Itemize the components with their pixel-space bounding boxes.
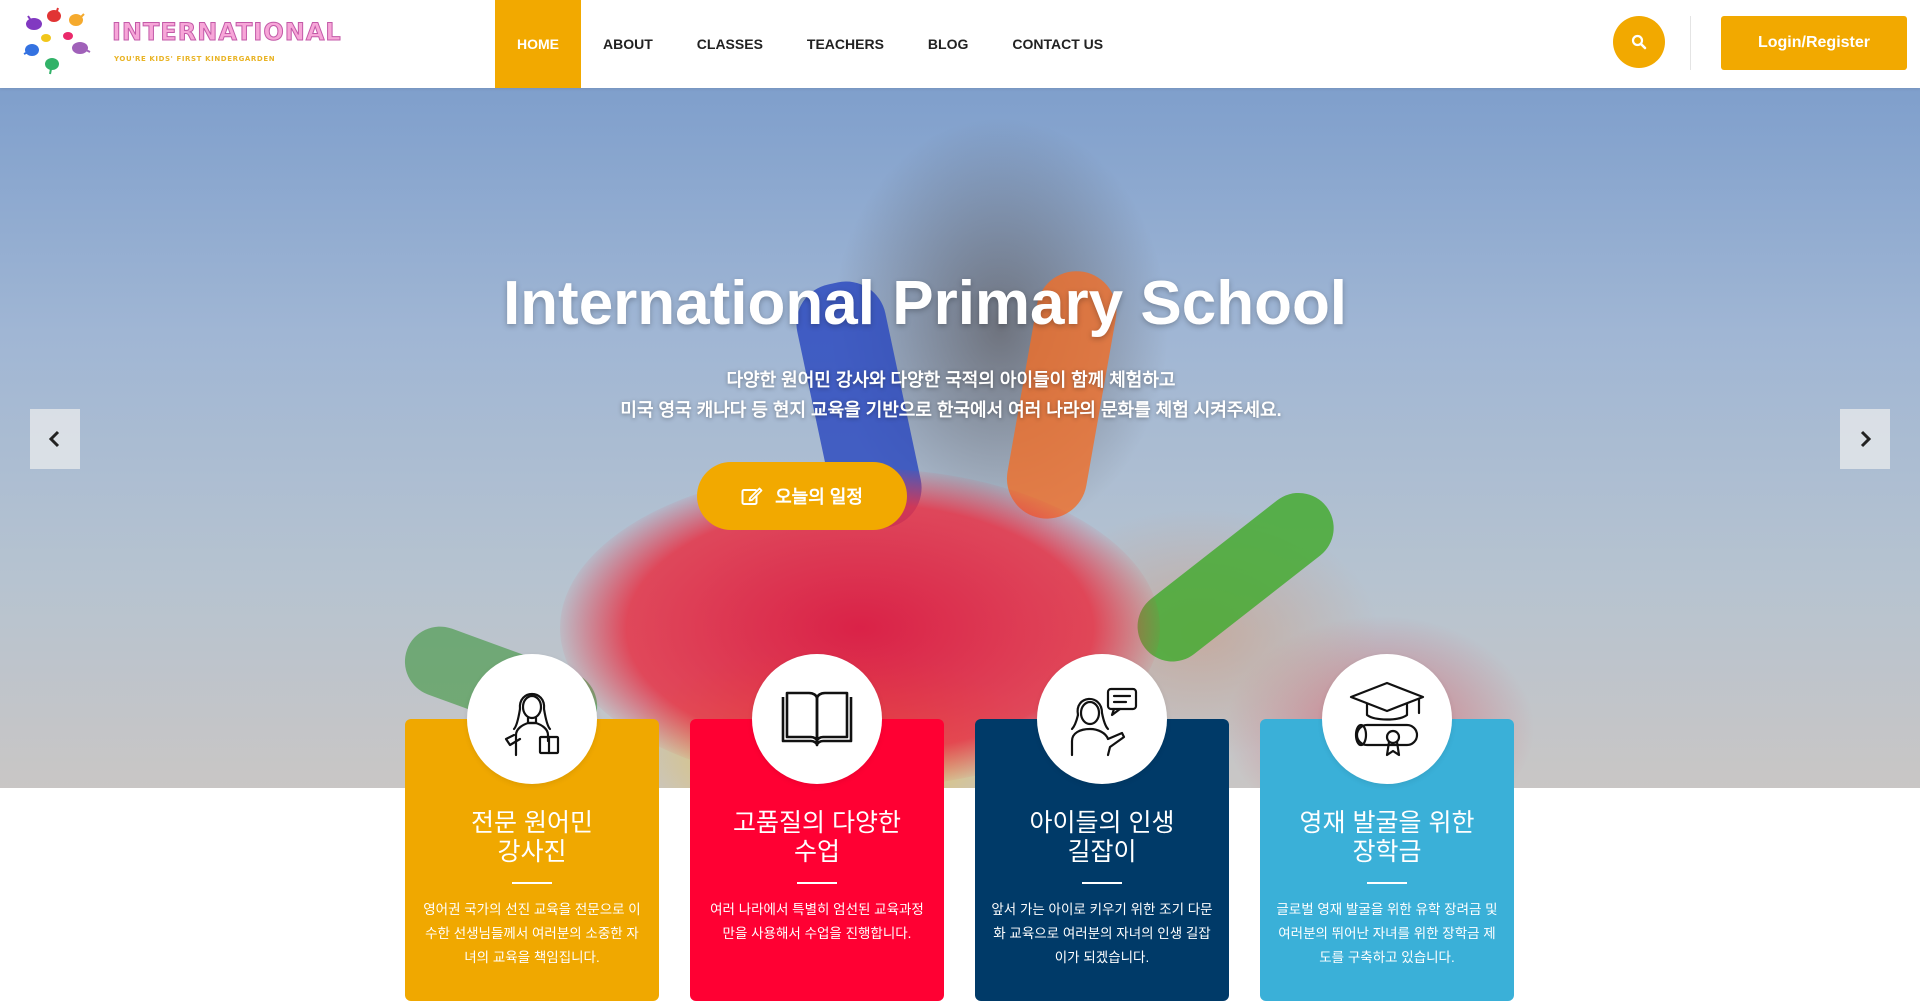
todays-schedule-button[interactable]: 오늘의 일정 bbox=[697, 462, 907, 530]
feature-card-title: 고품질의 다양한 수업 bbox=[733, 809, 901, 866]
search-icon bbox=[1631, 34, 1647, 50]
mentor-icon-circle bbox=[1037, 654, 1167, 784]
graduation-icon-circle bbox=[1322, 654, 1452, 784]
hero-subtitle-line1: 다양한 원어민 강사와 다양한 국적의 아이들이 함께 체험하고 bbox=[726, 370, 1176, 390]
header-divider bbox=[1690, 16, 1691, 70]
logo-tagline: YOU'RE KIDS' FIRST KINDERGARDEN bbox=[114, 55, 276, 63]
chevron-right-icon bbox=[1860, 430, 1872, 448]
site-logo[interactable]: INTERNATIONAL YOU'RE KIDS' FIRST KINDERG… bbox=[18, 6, 341, 78]
feature-card-text: 영어권 국가의 선진 교육을 전문으로 이수한 선생님들께서 여러분의 소중한 … bbox=[423, 902, 641, 965]
login-register-button[interactable]: Login/Register bbox=[1721, 16, 1907, 70]
nav-item-contact-us[interactable]: CONTACT US bbox=[990, 0, 1125, 88]
chevron-left-icon bbox=[48, 430, 60, 448]
nav-item-about[interactable]: ABOUT bbox=[581, 0, 675, 88]
feature-card-title: 영재 발굴을 위한 장학금 bbox=[1299, 809, 1475, 866]
nav-item-classes[interactable]: CLASSES bbox=[675, 0, 785, 88]
main-nav: HOME ABOUT CLASSES TEACHERS BLOG CONTACT… bbox=[495, 0, 1125, 88]
edit-icon bbox=[741, 487, 763, 505]
todays-schedule-label: 오늘의 일정 bbox=[775, 487, 863, 507]
feature-card-divider bbox=[797, 882, 837, 884]
hero-subtitle-line2: 미국 영국 캐나다 등 현지 교육을 기반으로 한국에서 여러 나라의 문화를 … bbox=[620, 400, 1282, 420]
feature-card-divider bbox=[1367, 882, 1407, 884]
graduation-cap-icon bbox=[1349, 681, 1425, 757]
feature-card-text: 앞서 가는 아이로 키우기 위한 조기 다문화 교육으로 여러분의 자녀의 인생… bbox=[991, 902, 1213, 965]
feature-card-divider bbox=[512, 882, 552, 884]
site-header: INTERNATIONAL YOU'RE KIDS' FIRST KINDERG… bbox=[0, 0, 1920, 88]
search-button[interactable] bbox=[1613, 16, 1665, 68]
nav-item-home[interactable]: HOME bbox=[495, 0, 581, 88]
colorful-hands-logo-icon bbox=[23, 7, 91, 75]
hero-slider: International Primary School 다양한 원어민 강사와… bbox=[0, 88, 1920, 788]
feature-card-title: 전문 원어민 강사진 bbox=[471, 809, 593, 866]
open-book-icon bbox=[781, 691, 853, 747]
feature-card-text: 여러 나라에서 특별히 엄선된 교육과정만을 사용해서 수업을 진행합니다. bbox=[710, 902, 924, 941]
slider-prev-button[interactable] bbox=[30, 409, 80, 469]
teacher-icon-circle bbox=[467, 654, 597, 784]
teacher-icon bbox=[504, 693, 560, 757]
slider-next-button[interactable] bbox=[1840, 409, 1890, 469]
feature-card-text: 글로벌 영재 발굴을 위한 유학 장려금 및 여러분의 뛰어난 자녀를 위한 장… bbox=[1276, 902, 1498, 965]
feature-card-divider bbox=[1082, 882, 1122, 884]
feature-card-title: 아이들의 인생 길잡이 bbox=[1029, 809, 1175, 866]
nav-item-blog[interactable]: BLOG bbox=[906, 0, 990, 88]
logo-title: INTERNATIONAL bbox=[112, 18, 342, 47]
book-icon-circle bbox=[752, 654, 882, 784]
mentor-chat-icon bbox=[1070, 687, 1138, 757]
hero-title: International Primary School bbox=[502, 269, 1348, 338]
nav-item-teachers[interactable]: TEACHERS bbox=[785, 0, 906, 88]
